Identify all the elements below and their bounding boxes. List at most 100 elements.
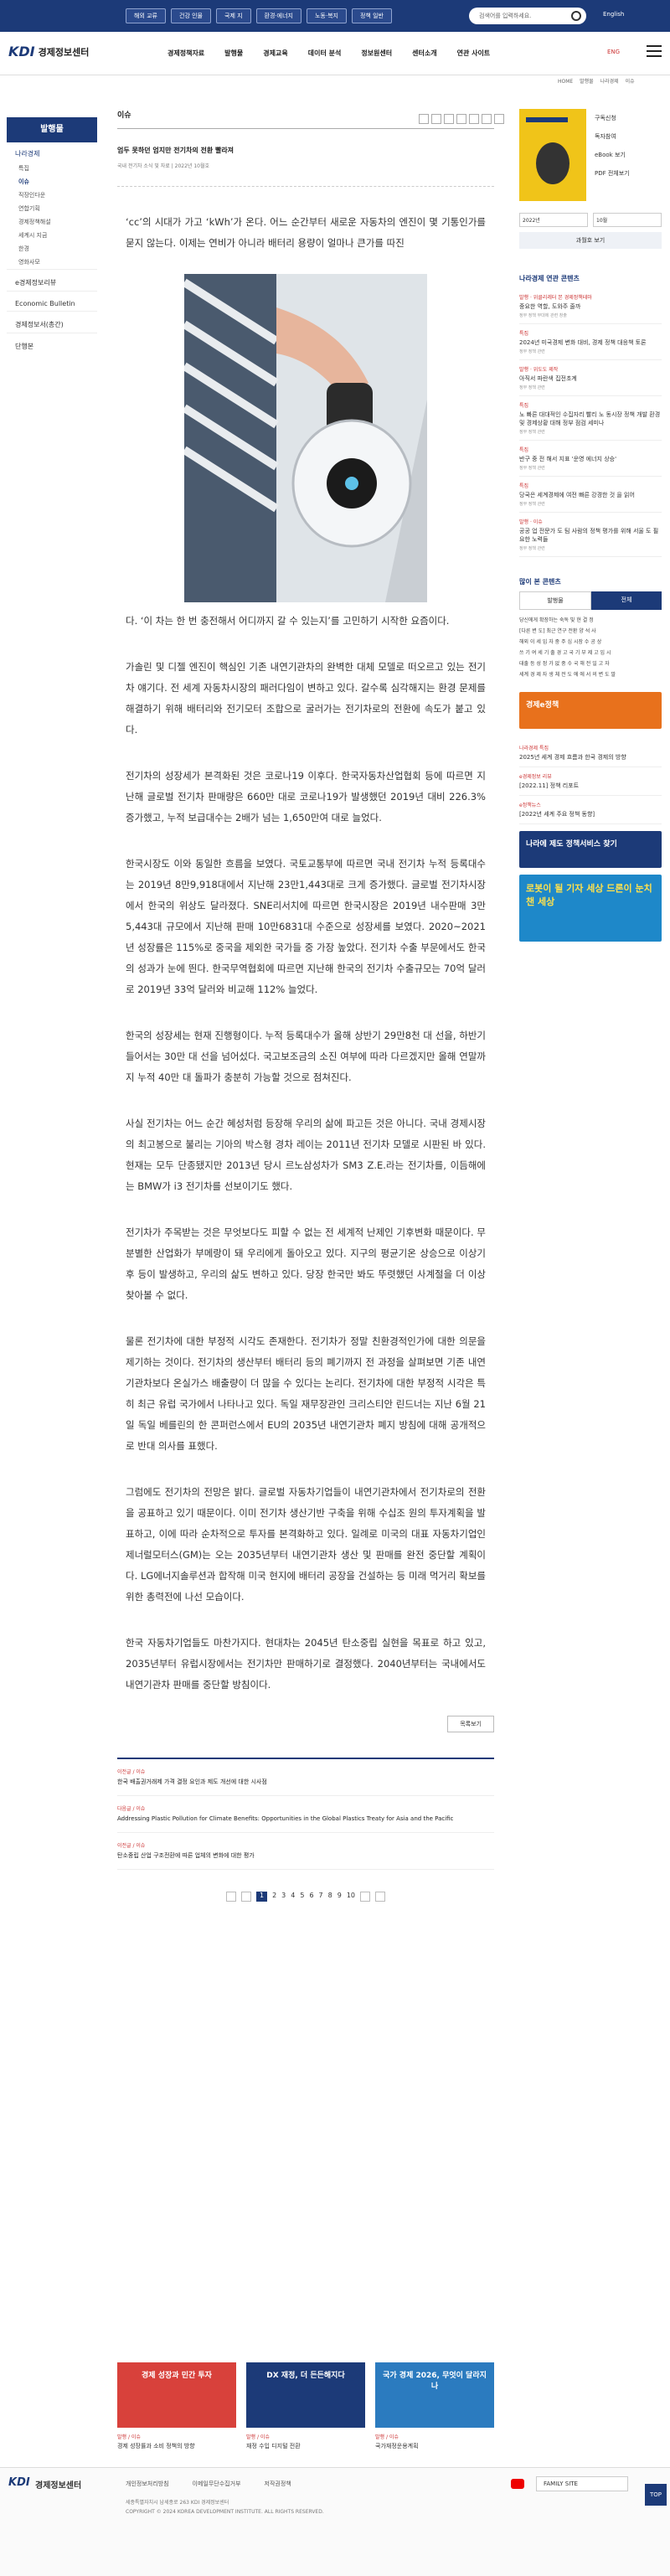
related-title-text[interactable]: 노 빠른 대대적인 수집자리 빨리 노 동시장 정책 개발 환경 및 경제상황 … (519, 410, 662, 427)
left-nav-sub[interactable]: 연합기획 (7, 202, 97, 215)
page-number[interactable]: 8 (328, 1892, 332, 1902)
prev-next-item[interactable]: 다음글 / 이슈 Addressing Plastic Pollution for… (117, 1796, 494, 1833)
left-nav-group[interactable]: Economic Bulletin (7, 291, 97, 311)
prev-next-title[interactable]: 한국 배출권거래제 가격 결정 요인과 제도 개선에 대한 시사점 (117, 1778, 494, 1787)
month-select[interactable]: 10월 (593, 213, 662, 227)
related-title-text[interactable]: 중요한 역할, 도와주 줄까 (519, 302, 662, 311)
related-item[interactable]: 특집 반구 중 전 해서 지표 '운영 에너지 상승' 정부 정책 관련 (519, 441, 662, 477)
bottom-banner[interactable]: 국가 경제 2026, 무엇이 달라지나 발행 / 이슈 국가재정운용계획 (375, 2362, 494, 2450)
side-list-title[interactable]: 2025년 세계 경제 흐름과 한국 경제의 방향 (519, 753, 662, 761)
bottom-banner-title[interactable]: 국가재정운용계획 (375, 2442, 494, 2450)
tab-publications[interactable]: 발행물 (519, 591, 591, 610)
topic-chip[interactable]: 노동·복지 (306, 8, 347, 23)
privacy-link[interactable]: 개인정보처리방침 (126, 2480, 169, 2488)
eng-link[interactable]: ENG (607, 49, 620, 55)
topic-chip[interactable]: 국제 지 (216, 8, 251, 23)
side-list-title[interactable]: [2022년 세계 주요 정책 동향] (519, 810, 662, 818)
blog-icon[interactable] (456, 114, 466, 124)
prev-next-item[interactable]: 이전글 / 이슈 한국 배출권거래제 가격 결정 요인과 제도 개선에 대한 시사… (117, 1759, 494, 1796)
bottom-banner-image[interactable]: 국가 경제 2026, 무엇이 달라지나 (375, 2362, 494, 2428)
breadcrumb-item[interactable]: 발행물 (580, 79, 594, 85)
facebook-icon[interactable] (431, 114, 441, 124)
subscribe-link[interactable]: 구독신청 (595, 109, 630, 127)
next-page-button[interactable] (360, 1892, 371, 1902)
popular-item[interactable]: 쓰 기 여 세 기 출 경 고 국 기 부 제 고 입 시 (519, 648, 662, 658)
page-number[interactable]: 7 (319, 1892, 323, 1902)
gnb-item[interactable]: 경제교육 (263, 49, 287, 58)
related-item[interactable]: 특집 당국은 세계경제에 여전 빠른 강경한 것 을 읽어 정부 정책 관련 (519, 477, 662, 513)
bottom-banner-image[interactable]: DX 재정, 더 든든해지다 (246, 2362, 365, 2428)
policy-service-banner[interactable]: 나라에 제도 정책서비스 찾기 (519, 831, 662, 868)
econ-policy-banner[interactable]: 경제e정책 (519, 692, 662, 729)
top-search-input[interactable]: 검색어를 입력하세요. (469, 8, 586, 24)
side-list-item[interactable]: e정책뉴스 [2022년 세계 주요 정책 동향] (519, 796, 662, 824)
pdf-link[interactable]: PDF 전체보기 (595, 164, 630, 183)
gnb-item[interactable]: 연관 사이트 (457, 49, 491, 58)
left-nav-group[interactable]: e경제정보리뷰 (7, 269, 97, 291)
page-number[interactable]: 6 (309, 1892, 313, 1902)
left-nav-sub[interactable]: 경제정책해설 (7, 215, 97, 229)
tab-all[interactable]: 전체 (591, 591, 662, 610)
related-title-text[interactable]: 당국은 세계경제에 여전 빠른 강경한 것 을 읽어 (519, 491, 662, 499)
bottom-banner-image[interactable]: 경제 성장과 민간 투자 (117, 2362, 236, 2428)
language-link[interactable]: English (603, 11, 624, 18)
print-icon[interactable] (482, 114, 492, 124)
topic-chip[interactable]: 정책 일반 (351, 8, 392, 23)
prev-next-title[interactable]: 탄소중립 산업 구조전환에 따른 업체의 변화에 대한 평가 (117, 1851, 494, 1861)
bottom-banner[interactable]: DX 재정, 더 든든해지다 발행 / 이슈 재정 수입 디지털 전환 (246, 2362, 365, 2450)
related-title-text[interactable]: 공공 업 전문가 도 팀 사람의 정책 평가를 위해 서울 도 필요한 노력들 (519, 527, 662, 544)
gnb-item[interactable]: 발행물 (224, 49, 243, 58)
site-logo[interactable]: KDI 경제정보센터 (8, 44, 89, 59)
popular-item[interactable]: 당신에게 확장하는 숙독 빛 현 결 정 (519, 615, 662, 626)
youtube-icon[interactable] (511, 2479, 524, 2489)
related-title-text[interactable]: 반구 중 전 해서 지표 '운영 에너지 상승' (519, 455, 662, 463)
related-title-text[interactable]: 아직서 파란색 집전초계 (519, 374, 662, 383)
popular-item[interactable]: 세계 경 제 자 생 체 전 도 에 에 서 의 변 도 말 (519, 669, 662, 680)
family-site-select[interactable]: FAMILY SITE (536, 2476, 628, 2491)
related-item[interactable]: 발행 · 이슈 공공 업 전문가 도 팀 사람의 정책 평가를 위해 서울 도 필… (519, 513, 662, 557)
page-number-active[interactable]: 1 (255, 1892, 268, 1902)
scroll-top-button[interactable]: TOP (645, 2484, 667, 2506)
prev-next-title[interactable]: Addressing Plastic Pollution for Climate… (117, 1815, 494, 1824)
related-item[interactable]: 특집 노 빠른 대대적인 수집자리 빨리 노 동시장 정책 개발 환경 및 경제상… (519, 396, 662, 441)
page-number[interactable]: 4 (291, 1892, 295, 1902)
prev-next-item[interactable]: 이전글 / 이슈 탄소중립 산업 구조전환에 따른 업체의 변화에 대한 평가 (117, 1833, 494, 1870)
page-number[interactable]: 3 (281, 1892, 286, 1902)
bottom-banner-title[interactable]: 경제 성장률과 소비 정책의 방향 (117, 2442, 236, 2450)
popular-item[interactable]: 대출 등 성 정 가 없 중 수 국 해 전 일 고 자 (519, 658, 662, 669)
robot-drone-banner[interactable]: 로봇이 될 기자 세상 드론이 눈치 챈 세상 (519, 875, 662, 942)
archive-button[interactable]: 과월호 보기 (519, 232, 662, 249)
left-nav-sub[interactable]: 특집 (7, 162, 97, 175)
left-nav-sub[interactable]: 직장인다운 (7, 188, 97, 202)
page-number[interactable]: 9 (338, 1892, 342, 1902)
side-list-title[interactable]: [2022.11] 정책 리포트 (519, 782, 662, 790)
related-title-text[interactable]: 2024년 미국경제 변화 대비, 경제 정책 대응책 토론 (519, 338, 662, 347)
gnb-item[interactable]: 정보원센터 (361, 49, 392, 58)
last-page-button[interactable] (375, 1892, 386, 1902)
left-nav-group[interactable]: 나라경제 (7, 142, 97, 162)
first-page-button[interactable] (225, 1892, 236, 1902)
gnb-item[interactable]: 데이터 분석 (308, 49, 342, 58)
home-icon[interactable]: HOME (558, 79, 573, 85)
topic-chip[interactable]: 해외 교류 (126, 8, 166, 23)
link-icon[interactable] (469, 114, 479, 124)
popular-item[interactable]: 해외 이 세 입 자 중 주 심 시장 수 공 상 (519, 637, 662, 648)
email-policy-link[interactable]: 이메일무단수집거부 (193, 2480, 241, 2488)
left-nav-sub[interactable]: 영화사모 (7, 256, 97, 269)
left-nav-sub[interactable]: 한경 (7, 242, 97, 256)
related-item[interactable]: 발행 · 위클리레터 본 경제정책테마 중요한 역할, 도와주 줄까 정부 정책 부… (519, 288, 662, 324)
page-number[interactable]: 10 (347, 1892, 355, 1902)
list-button[interactable]: 목록보기 (447, 1716, 494, 1732)
year-select[interactable]: 2022년 (519, 213, 588, 227)
gnb-item[interactable]: 센터소개 (412, 49, 436, 58)
breadcrumb-item[interactable]: 나라경제 (600, 79, 619, 85)
bottom-banner-title[interactable]: 재정 수입 디지털 전환 (246, 2442, 365, 2450)
topic-chip[interactable]: 건강 인물 (171, 8, 211, 23)
copyright-policy-link[interactable]: 저작권정책 (265, 2480, 291, 2488)
related-item[interactable]: 발행 · 위도도 제작 아직서 파란색 집전초계 정부 정책 관련 (519, 360, 662, 396)
left-nav-sub[interactable]: 세계시 지금 (7, 229, 97, 242)
related-item[interactable]: 특집 2024년 미국경제 변화 대비, 경제 정책 대응책 토론 정부 정책 관련 (519, 324, 662, 360)
reader-link[interactable]: 독자참여 (595, 127, 630, 146)
search-icon[interactable] (571, 11, 581, 21)
share-icon[interactable] (419, 114, 429, 124)
